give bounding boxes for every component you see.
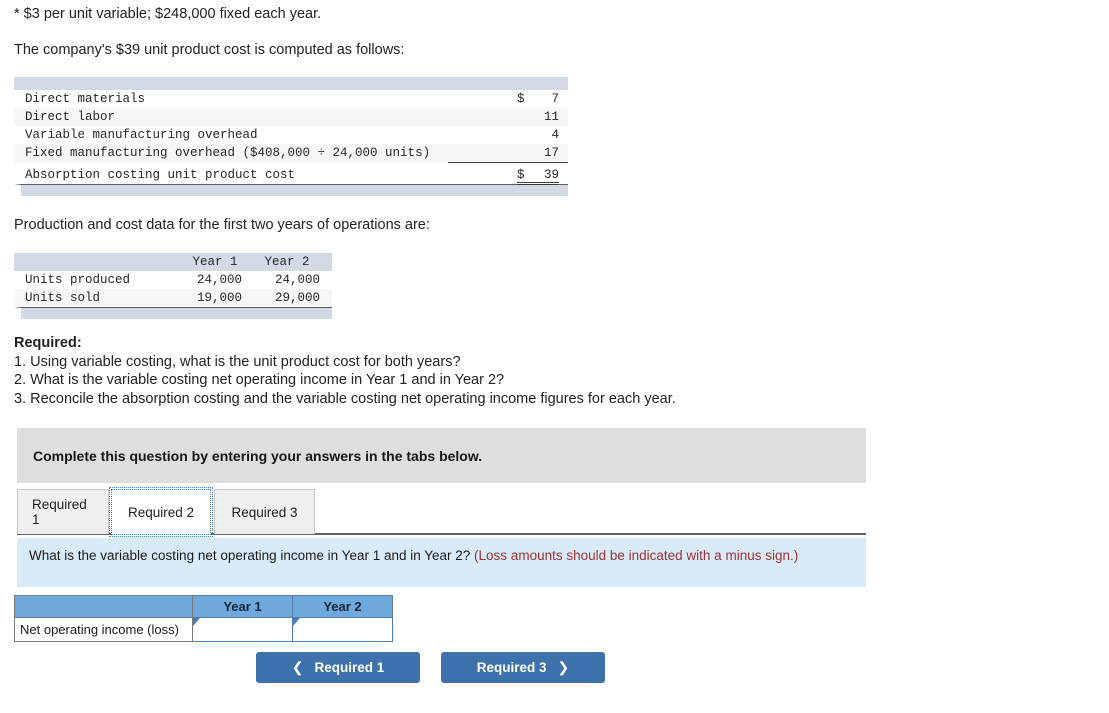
chevron-right-icon: ❯: [557, 659, 570, 675]
amount: 17: [543, 146, 559, 160]
units-year2-value: 24,000: [274, 273, 320, 287]
currency-symbol: $: [517, 168, 525, 182]
required-title: Required:: [14, 335, 82, 351]
absorption-cost-table: Direct materials $7 Direct labor 11 Vari…: [14, 77, 568, 196]
instruction-banner: Complete this question by entering your …: [17, 428, 866, 483]
next-button-label: Required 3: [476, 660, 547, 675]
net-operating-income-year2-input[interactable]: [292, 617, 393, 642]
units-year1-value: 19,000: [176, 289, 254, 307]
previous-required-button[interactable]: ❮ Required 1: [256, 652, 420, 683]
currency-symbol: $: [517, 92, 525, 106]
cost-row-label: Variable manufacturing overhead: [25, 128, 258, 142]
question-banner: What is the variable costing net operati…: [17, 538, 866, 587]
cost-row-value: 11: [448, 108, 568, 126]
amount: 4: [551, 128, 559, 142]
answer-table-row: Net operating income (loss): [14, 617, 393, 642]
answer-header-blank: [14, 595, 193, 618]
amount: 7: [551, 92, 559, 106]
intro-sentence: The company's $39 unit product cost is c…: [14, 42, 405, 58]
table-row: Direct labor 11: [14, 108, 568, 126]
table-header-bar: [14, 77, 568, 90]
table-row: Units produced 24,000 24,000: [14, 271, 332, 289]
tab-required-3[interactable]: Required 3: [214, 489, 315, 534]
units-header-blank: [14, 253, 176, 271]
cost-row-value: $7: [448, 90, 568, 108]
units-row-label: Units sold: [14, 289, 176, 307]
answer-header-row: Year 1 Year 2: [14, 595, 393, 618]
required-item-2: 2. What is the variable costing net oper…: [14, 372, 505, 389]
net-operating-income-year1-input[interactable]: [192, 617, 293, 642]
question-warning: (Loss amounts should be indicated with a…: [474, 548, 799, 563]
footnote-text: * $3 per unit variable; $248,000 fixed e…: [14, 6, 322, 22]
required-section: Required: 1. Using variable costing, wha…: [14, 334, 676, 409]
total-label: Absorption costing unit product cost: [25, 168, 296, 182]
tab-label: Required 1: [32, 497, 87, 527]
tab-required-2[interactable]: Required 2: [109, 487, 213, 537]
units-header-year1: Year 1: [176, 253, 254, 271]
answer-row-label: Net operating income (loss): [14, 617, 193, 642]
tab-strip: Required 1 Required 2 Required 3: [17, 487, 866, 537]
table-row: Units sold 19,000 29,000: [14, 289, 332, 307]
table-row: Direct materials $7: [14, 90, 568, 108]
production-units-table: Year 1 Year 2 Units produced 24,000 24,0…: [14, 253, 332, 319]
table-header-row: Year 1 Year 2: [14, 253, 332, 271]
tab-label: Required 3: [231, 504, 298, 520]
instruction-text: Complete this question by entering your …: [33, 447, 483, 464]
table-footer-bar: [14, 184, 568, 196]
total-value: $39: [448, 163, 568, 185]
units-year1-value: 24,000: [196, 273, 242, 287]
table-total-row: Absorption costing unit product cost $39: [14, 163, 568, 185]
table-row: Fixed manufacturing overhead ($408,000 ÷…: [14, 144, 568, 163]
tab-required-1[interactable]: Required 1: [17, 489, 109, 534]
chevron-left-icon: ❮: [291, 659, 304, 675]
table-footer-bar: [14, 307, 332, 319]
cost-row-label: Fixed manufacturing overhead ($408,000 ÷…: [14, 144, 448, 163]
next-required-button[interactable]: Required 3 ❯: [441, 652, 605, 683]
units-header-year2: Year 2: [254, 253, 332, 271]
required-item-1: 1. Using variable costing, what is the u…: [14, 353, 461, 370]
production-data-lead: Production and cost data for the first t…: [14, 217, 430, 233]
units-row-label: Units produced: [25, 273, 131, 287]
cost-row-label: Direct labor: [14, 108, 448, 126]
previous-button-label: Required 1: [314, 660, 385, 675]
amount: 39: [543, 168, 559, 182]
answer-header-year2: Year 2: [292, 595, 393, 618]
cost-row-value: 17: [448, 144, 568, 163]
question-prompt: What is the variable costing net operati…: [29, 548, 475, 563]
cost-row-label: Direct materials: [25, 92, 146, 106]
amount: 11: [543, 110, 559, 124]
answer-table: Year 1 Year 2 Net operating income (loss…: [14, 595, 393, 642]
units-year2-value: 29,000: [254, 289, 332, 307]
required-item-3: 3. Reconcile the absorption costing and …: [14, 391, 676, 408]
answer-header-year1: Year 1: [192, 595, 293, 618]
tab-label: Required 2: [127, 504, 195, 520]
table-row: Variable manufacturing overhead 4: [14, 126, 568, 144]
cost-row-value: 4: [448, 126, 568, 144]
